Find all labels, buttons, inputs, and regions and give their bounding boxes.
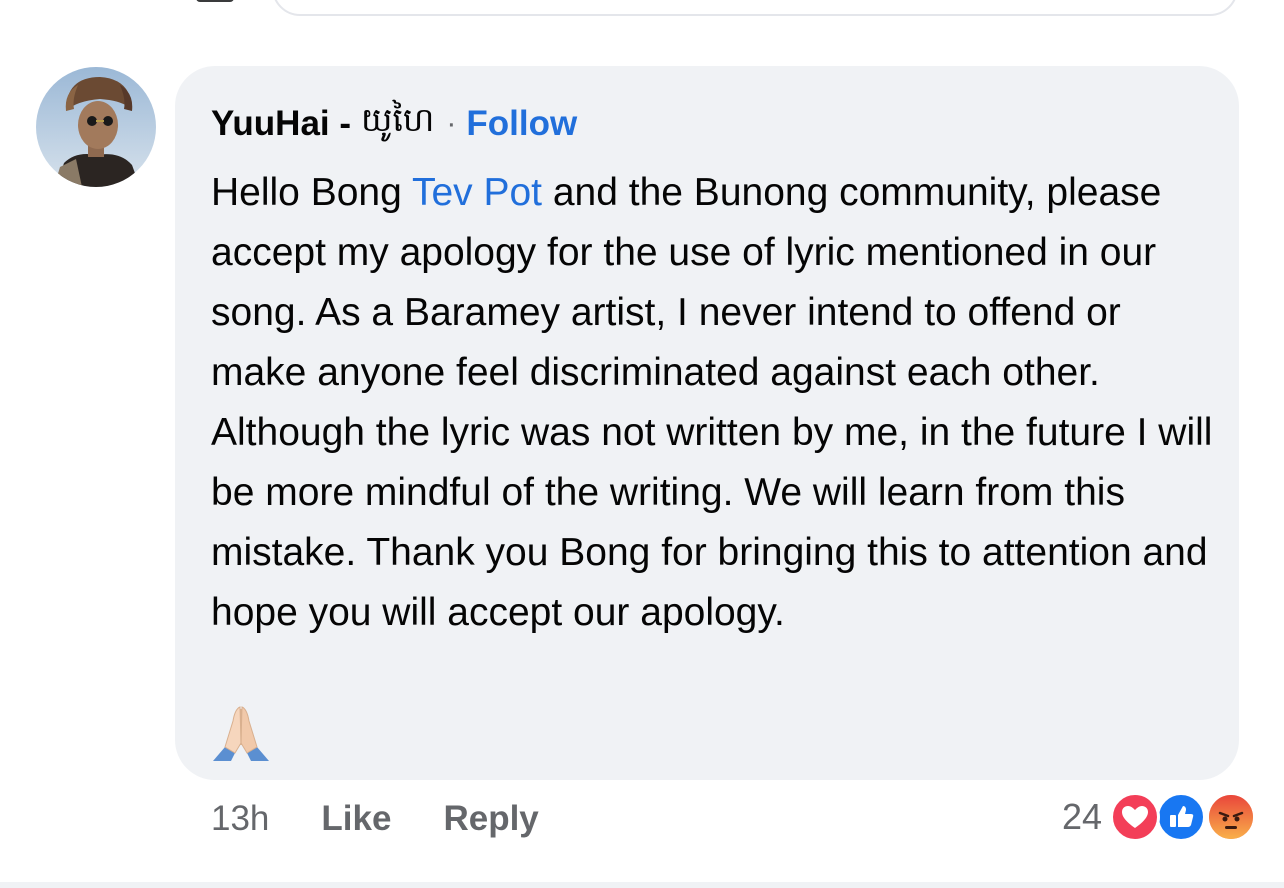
author-name-khmer[interactable]: យូហៃ [361, 100, 434, 148]
author-name[interactable]: YuuHai - [211, 104, 351, 144]
folded-hands-icon [211, 703, 271, 763]
previous-comment-bubble [272, 0, 1238, 16]
timestamp[interactable]: 13h [211, 799, 269, 839]
divider [0, 882, 1284, 888]
comment-header: YuuHai - យូហៃ · Follow [211, 100, 577, 148]
mention-link[interactable]: Tev Pot [412, 171, 542, 214]
like-button[interactable]: Like [321, 799, 391, 839]
avatar[interactable] [36, 67, 156, 187]
separator-dot: · [446, 107, 457, 140]
comment-text-rest: and the Bunong community, please accept … [211, 171, 1213, 634]
comment-actions: 13h Like Reply [211, 796, 539, 842]
previous-avatar-edge [196, 0, 234, 2]
comment-screen: YuuHai - យូហៃ · Follow Hello Bong Tev Po… [0, 0, 1284, 888]
comment-text: Hello Bong Tev Pot and the Bunong commun… [211, 163, 1226, 643]
angry-reaction-icon [1206, 792, 1256, 842]
follow-button[interactable]: Follow [466, 104, 577, 144]
love-reaction-icon [1110, 792, 1160, 842]
comment-text-start: Hello Bong [211, 171, 412, 214]
like-reaction-icon [1156, 792, 1206, 842]
reaction-icons[interactable] [1110, 792, 1262, 842]
reply-button[interactable]: Reply [443, 799, 538, 839]
reaction-count[interactable]: 24 [1062, 796, 1102, 838]
reaction-summary[interactable]: 24 [1062, 792, 1262, 842]
